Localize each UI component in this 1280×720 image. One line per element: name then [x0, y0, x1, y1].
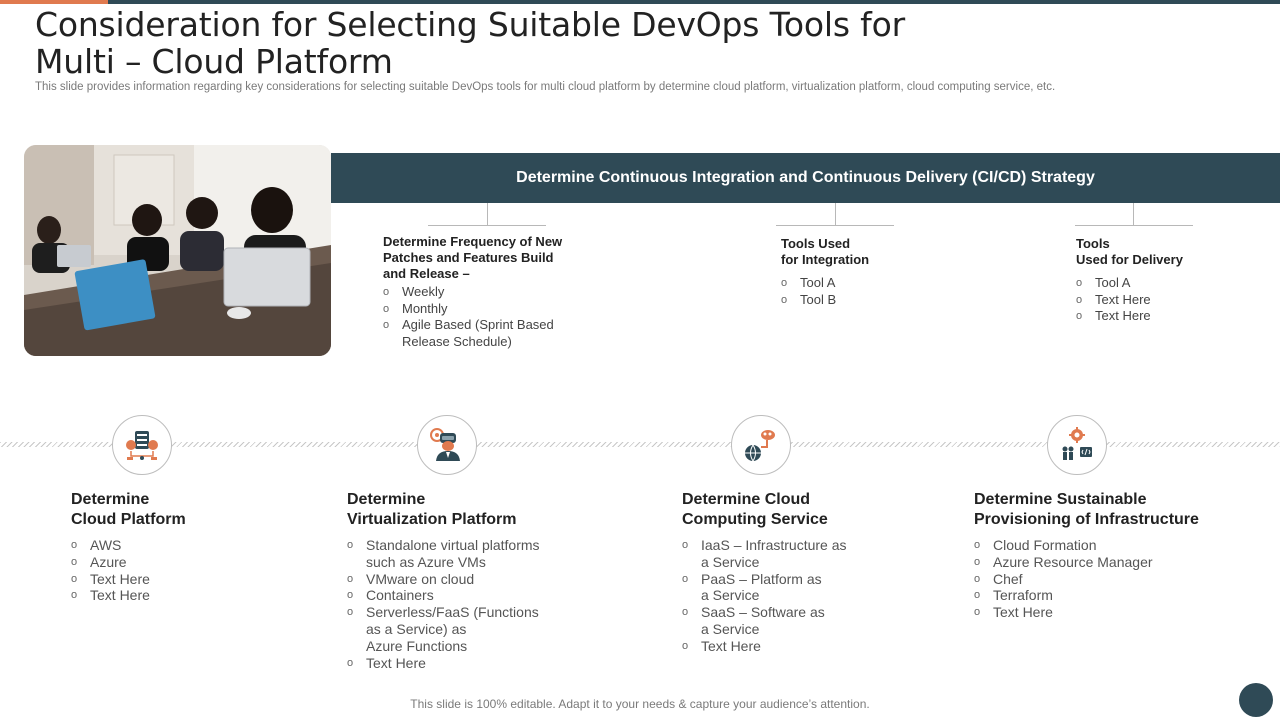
column-heading: Determine Frequency of New Patches and F…	[383, 234, 563, 281]
connector-line	[487, 203, 488, 225]
list-item: SaaS – Software as a Service	[682, 604, 942, 638]
list-item: Text Here	[682, 638, 942, 655]
list-item: Containers	[347, 587, 627, 604]
list-item: Text Here	[71, 571, 311, 588]
column-heading: Tools Used for Integration	[781, 236, 870, 267]
vr-engineer-icon	[417, 415, 477, 475]
top-bar-accent	[0, 0, 108, 4]
list-item: Standalone virtual platforms such as Azu…	[347, 537, 627, 571]
top-bar	[0, 0, 1280, 4]
bullet-list: Standalone virtual platforms such as Azu…	[347, 537, 627, 671]
list-item: IaaS – Infrastructure as a Service	[682, 537, 942, 571]
list-item: Agile Based (Sprint Based Release Schedu…	[383, 317, 603, 350]
list-item: Monthly	[383, 301, 603, 318]
column-heading: Determine Cloud Platform	[71, 491, 186, 528]
column-heading: Determine Cloud Computing Service	[682, 491, 828, 528]
list-item: Terraform	[974, 587, 1264, 604]
cicd-integration-column: Tools Used for Integration Tool A Tool B	[781, 236, 951, 308]
list-item: VMware on cloud	[347, 571, 627, 588]
cloud-platform-column: Determine Cloud Platform AWS Azure Text …	[71, 490, 311, 604]
column-heading: Tools Used for Delivery	[1076, 236, 1183, 267]
list-item: Chef	[974, 571, 1264, 588]
list-item: Text Here	[1076, 308, 1256, 325]
bullet-list: Weekly Monthly Agile Based (Sprint Based…	[383, 284, 603, 350]
slide-subtitle: This slide provides information regardin…	[35, 81, 1056, 93]
gear-people-code-icon	[1047, 415, 1107, 475]
column-heading: Determine Virtualization Platform	[347, 491, 517, 528]
virtualization-platform-column: Determine Virtualization Platform Standa…	[347, 490, 627, 671]
bullet-list: Tool A Tool B	[781, 275, 951, 308]
connector-line	[776, 225, 894, 226]
connector-line	[428, 225, 546, 226]
bullet-list: AWS Azure Text Here Text Here	[71, 537, 311, 604]
list-item: Tool A	[781, 275, 951, 292]
list-item: Weekly	[383, 284, 603, 301]
list-item: Cloud Formation	[974, 537, 1264, 554]
slide-title: Consideration for Selecting Suitable Dev…	[35, 5, 905, 81]
bullet-list: Tool A Text Here Text Here	[1076, 275, 1256, 325]
cicd-delivery-column: Tools Used for Delivery Tool A Text Here…	[1076, 236, 1256, 325]
bullet-list: IaaS – Infrastructure as a Service PaaS …	[682, 537, 942, 655]
connector-line	[835, 203, 836, 225]
slide-footer: This slide is 100% editable. Adapt it to…	[410, 697, 870, 711]
list-item: PaaS – Platform as a Service	[682, 571, 942, 605]
server-cloud-icon	[112, 415, 172, 475]
meeting-photo	[24, 145, 331, 356]
list-item: AWS	[71, 537, 311, 554]
list-item: Text Here	[347, 655, 627, 672]
connector-line	[1075, 225, 1193, 226]
list-item: Serverless/FaaS (Functions as a Service)…	[347, 604, 627, 654]
corner-decoration	[1239, 683, 1273, 717]
cloud-computing-service-column: Determine Cloud Computing Service IaaS –…	[682, 490, 942, 655]
list-item: Tool B	[781, 292, 951, 309]
list-item: Text Here	[71, 587, 311, 604]
list-item: Azure	[71, 554, 311, 571]
bullet-list: Cloud Formation Azure Resource Manager C…	[974, 537, 1264, 621]
cicd-frequency-column: Determine Frequency of New Patches and F…	[383, 234, 603, 350]
list-item: Text Here	[974, 604, 1264, 621]
list-item: Tool A	[1076, 275, 1256, 292]
connector-line	[1133, 203, 1134, 225]
globe-cloud-network-icon	[731, 415, 791, 475]
banner-label: Determine Continuous Integration and Con…	[516, 169, 1095, 186]
cicd-strategy-banner: Determine Continuous Integration and Con…	[331, 153, 1280, 203]
infrastructure-provisioning-column: Determine Sustainable Provisioning of In…	[974, 490, 1264, 621]
column-heading: Determine Sustainable Provisioning of In…	[974, 491, 1199, 528]
list-item: Azure Resource Manager	[974, 554, 1264, 571]
list-item: Text Here	[1076, 292, 1256, 309]
